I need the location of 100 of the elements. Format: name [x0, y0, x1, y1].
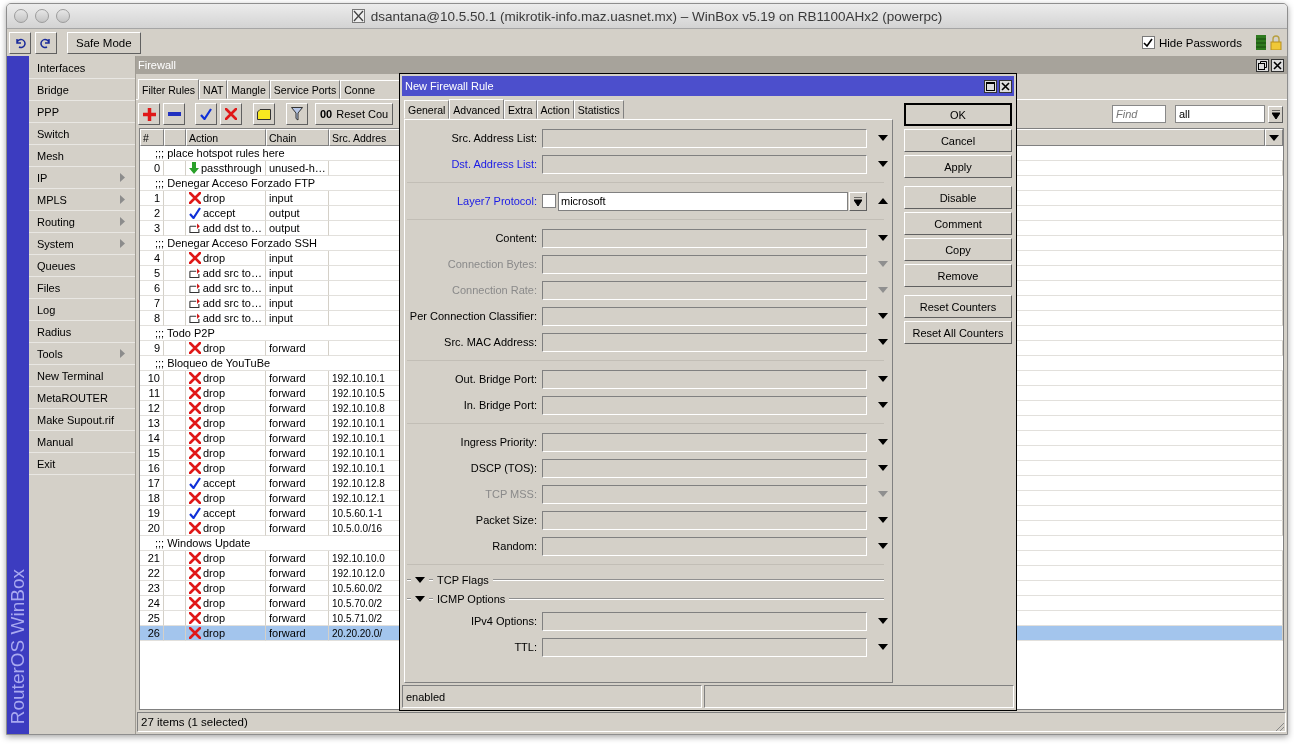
dialog-button[interactable]: OK: [904, 103, 1012, 126]
sidebar-item[interactable]: Files: [29, 277, 135, 299]
input-field[interactable]: [542, 332, 867, 352]
sidebar-item[interactable]: Mesh: [29, 145, 135, 167]
tab[interactable]: Advanced: [449, 99, 505, 120]
sidebar-item[interactable]: Routing: [29, 211, 135, 233]
tab[interactable]: NAT: [199, 80, 228, 99]
input-field[interactable]: microsoft: [558, 191, 848, 211]
sidebar-item[interactable]: Manual: [29, 431, 135, 453]
caret-down-icon[interactable]: [878, 543, 888, 549]
input-field[interactable]: [542, 280, 867, 300]
field-label: In. Bridge Port:: [462, 399, 537, 411]
caret-down-icon[interactable]: [878, 135, 888, 141]
comment-button[interactable]: [253, 103, 275, 125]
sidebar-item[interactable]: MPLS: [29, 189, 135, 211]
dialog-button[interactable]: Copy: [904, 238, 1012, 261]
x-icon: [189, 417, 201, 429]
caret-down-icon[interactable]: [878, 313, 888, 319]
hide-passwords-label: Hide Passwords: [1158, 36, 1242, 49]
dialog-button[interactable]: Disable: [904, 186, 1012, 209]
tab[interactable]: Extra: [504, 100, 537, 119]
expand-icon[interactable]: [415, 576, 425, 583]
x-icon: [189, 567, 201, 579]
input-field[interactable]: [542, 536, 867, 556]
input-field[interactable]: [542, 306, 867, 326]
enable-button[interactable]: [195, 103, 217, 125]
sidebar-item[interactable]: Queues: [29, 255, 135, 277]
dialog-button[interactable]: Reset All Counters: [904, 321, 1012, 344]
restore-button[interactable]: [1256, 58, 1269, 72]
tab[interactable]: Service Ports: [269, 80, 341, 99]
caret-down-icon[interactable]: [878, 376, 888, 382]
input-field[interactable]: [542, 637, 867, 657]
column-header[interactable]: #: [140, 129, 164, 146]
column-header[interactable]: [164, 129, 186, 146]
disable-button[interactable]: [220, 103, 242, 125]
dialog-button[interactable]: Remove: [904, 264, 1012, 287]
app-icon: [351, 9, 365, 23]
input-field[interactable]: [542, 432, 867, 452]
input-field[interactable]: [542, 254, 867, 274]
input-field[interactable]: [542, 510, 867, 530]
table-cell: 26: [140, 626, 164, 641]
safe-mode-button[interactable]: Safe Mode: [67, 31, 141, 54]
caret-down-icon[interactable]: [878, 517, 888, 523]
caret-down-icon[interactable]: [878, 339, 888, 345]
input-field[interactable]: [542, 458, 867, 478]
caret-down-icon[interactable]: [878, 465, 888, 471]
redo-button[interactable]: [35, 31, 57, 54]
sidebar-item[interactable]: New Terminal: [29, 365, 135, 387]
sidebar-item[interactable]: Log: [29, 299, 135, 321]
close-button[interactable]: [1271, 58, 1284, 72]
input-field[interactable]: [542, 395, 867, 415]
dialog-button[interactable]: Comment: [904, 212, 1012, 235]
caret-down-icon[interactable]: [1269, 134, 1279, 141]
column-header[interactable]: Chain: [266, 129, 329, 146]
sidebar-item[interactable]: Radius: [29, 321, 135, 343]
dialog-button[interactable]: Reset Counters: [904, 295, 1012, 318]
dialog-button[interactable]: Cancel: [904, 129, 1012, 152]
sidebar-item[interactable]: PPP: [29, 101, 135, 123]
maximize-button[interactable]: [984, 79, 997, 93]
add-button[interactable]: [138, 103, 160, 125]
column-chooser-button[interactable]: [1265, 129, 1283, 146]
field-label: DSCP (TOS):: [469, 462, 537, 474]
tab[interactable]: Statistics: [573, 100, 624, 119]
reset-counters-button[interactable]: 00 Reset Cou: [315, 103, 394, 125]
field-label: Dst. Address List:: [450, 158, 537, 170]
input-field[interactable]: [542, 369, 867, 389]
column-header[interactable]: Action: [186, 129, 266, 146]
tab[interactable]: Filter Rules: [138, 79, 200, 100]
filter-select[interactable]: all: [1175, 105, 1265, 123]
sidebar-item[interactable]: Switch: [29, 123, 135, 145]
filter-button[interactable]: [286, 103, 308, 125]
dropdown-button[interactable]: [849, 191, 867, 211]
sidebar-item[interactable]: Interfaces: [29, 57, 135, 79]
tab[interactable]: Mangle: [227, 80, 270, 99]
close-button[interactable]: [999, 79, 1012, 93]
input-field[interactable]: [542, 128, 867, 148]
input-field[interactable]: [542, 484, 867, 504]
dialog-button[interactable]: Apply: [904, 155, 1012, 178]
sidebar-item[interactable]: Exit: [29, 453, 135, 475]
caret-down-icon[interactable]: [878, 618, 888, 624]
sidebar-item[interactable]: IP: [29, 167, 135, 189]
input-field[interactable]: [542, 611, 867, 631]
sidebar-item[interactable]: Bridge: [29, 79, 135, 101]
caret-up-icon[interactable]: [878, 198, 888, 204]
hide-passwords-checkbox[interactable]: [1141, 36, 1155, 49]
sidebar-item[interactable]: Make Supout.rif: [29, 409, 135, 431]
undo-button[interactable]: [9, 31, 31, 54]
input-field[interactable]: [542, 154, 867, 174]
dropdown-button[interactable]: [1268, 105, 1283, 123]
negate-checkbox[interactable]: [542, 194, 556, 208]
remove-button[interactable]: [163, 103, 185, 125]
caret-down-icon[interactable]: [878, 644, 888, 650]
sidebar-item[interactable]: System: [29, 233, 135, 255]
resize-grip-icon[interactable]: [1273, 720, 1285, 732]
sidebar-item[interactable]: Tools: [29, 343, 135, 365]
tab[interactable]: Action: [536, 100, 574, 119]
tab[interactable]: General: [404, 100, 450, 119]
sidebar-item[interactable]: MetaROUTER: [29, 387, 135, 409]
input-field[interactable]: [542, 228, 867, 248]
find-field[interactable]: Find: [1112, 105, 1166, 123]
